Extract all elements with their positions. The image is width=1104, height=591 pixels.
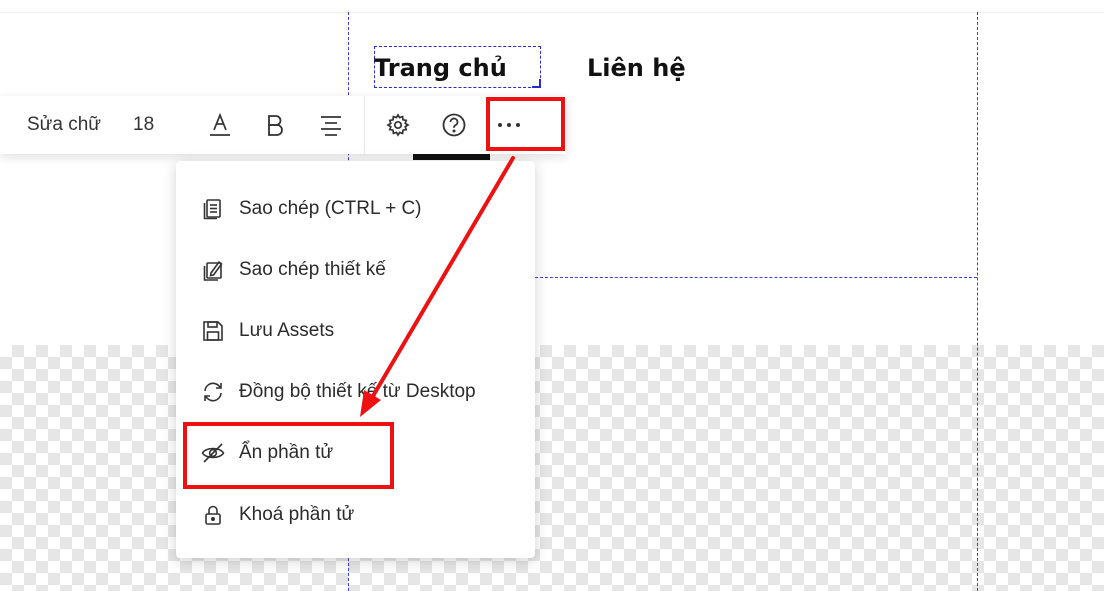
annotation-arrow [360, 156, 515, 417]
